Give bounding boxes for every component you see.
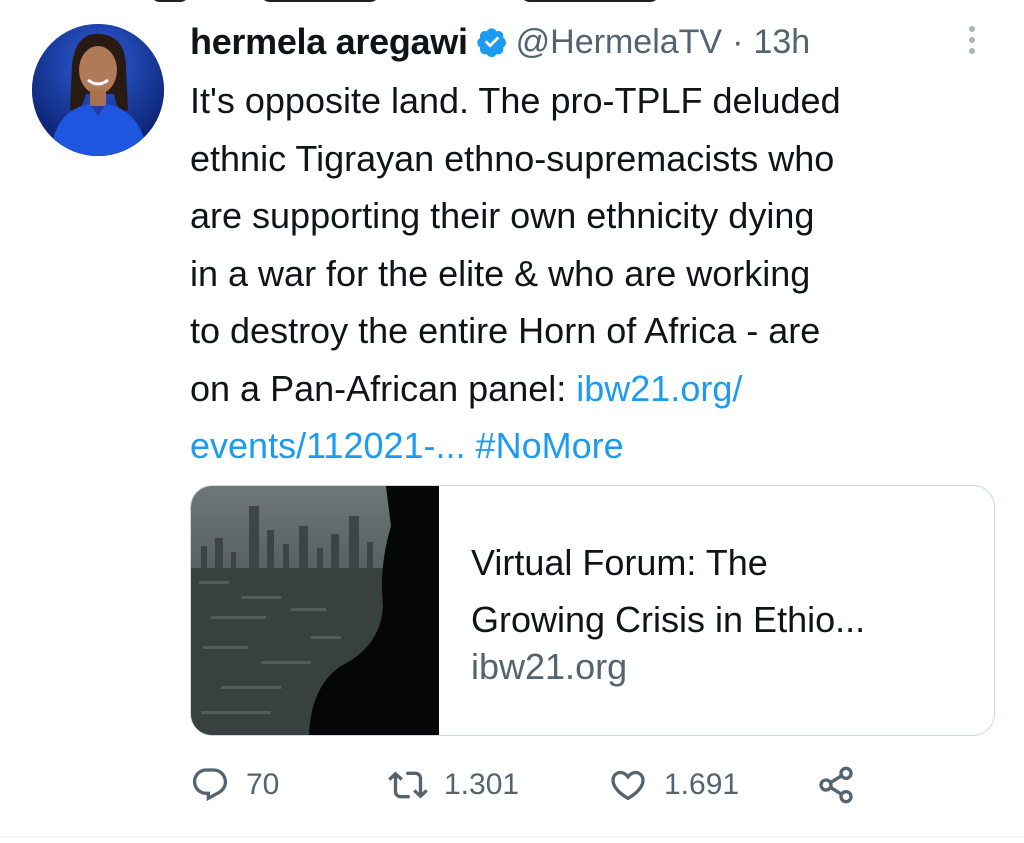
tweet-link-continued[interactable]: events/112021-...	[190, 425, 466, 466]
reply-button[interactable]: 70	[190, 760, 279, 810]
like-button[interactable]: 1.691	[608, 760, 739, 810]
card-title-line: Virtual Forum: The	[471, 542, 768, 583]
tweet-text-line: in a war for the elite & who are working	[190, 252, 811, 294]
author-handle[interactable]: @HermelaTV	[516, 23, 722, 62]
reply-icon	[192, 768, 228, 802]
card-thumbnail-image	[191, 486, 439, 735]
tweet-text-line: on a Pan-African panel:	[190, 367, 577, 409]
link-preview-card[interactable]: Virtual Forum: The Growing Crisis in Eth…	[190, 485, 995, 736]
verified-badge-icon	[476, 28, 506, 57]
share-icon	[819, 766, 853, 804]
hashtag-link[interactable]: #NoMore	[476, 425, 624, 466]
retweet-button[interactable]: 1.301	[388, 760, 519, 810]
tweet-header: hermela aregawi @HermelaTV · 13h	[190, 16, 810, 68]
more-options-icon[interactable]	[964, 26, 980, 58]
like-count: 1.691	[664, 768, 740, 801]
author-name[interactable]: hermela aregawi	[190, 21, 468, 63]
tweet-link[interactable]: ibw21.org/	[576, 368, 742, 409]
reply-count: 70	[246, 768, 280, 801]
tweet-text-line: ethnic Tigrayan ethno-supremacists who	[190, 137, 835, 179]
card-title-line: Growing Crisis in Ethio...	[471, 599, 866, 640]
tweet-timestamp[interactable]: 13h	[753, 23, 810, 62]
tweet-text-line: are supporting their own ethnicity dying	[190, 195, 815, 236]
tweet-text: It's opposite land. The pro-TPLF deluded…	[190, 72, 990, 475]
share-button[interactable]	[816, 760, 856, 810]
retweet-icon	[388, 771, 428, 799]
previous-tweet-edge	[0, 0, 1024, 12]
tweet-text-link-line: events/112021-... #NoMore	[190, 417, 990, 475]
tweet-text-line: It's opposite land. The pro-TPLF deluded	[190, 80, 841, 121]
tweet-text-last-line: on a Pan-African panel: ibw21.org/	[190, 360, 990, 418]
card-domain: ibw21.org	[471, 646, 628, 687]
avatar-photo	[32, 24, 164, 156]
card-title: Virtual Forum: The Growing Crisis in Eth…	[471, 534, 971, 648]
retweet-count: 1.301	[444, 768, 520, 801]
header-separator: ·	[732, 22, 744, 61]
tweet-text-line: to destroy the entire Horn of Africa - a…	[190, 310, 821, 351]
tweet-divider	[0, 836, 1024, 837]
like-icon	[611, 770, 645, 801]
author-avatar[interactable]	[32, 24, 164, 156]
